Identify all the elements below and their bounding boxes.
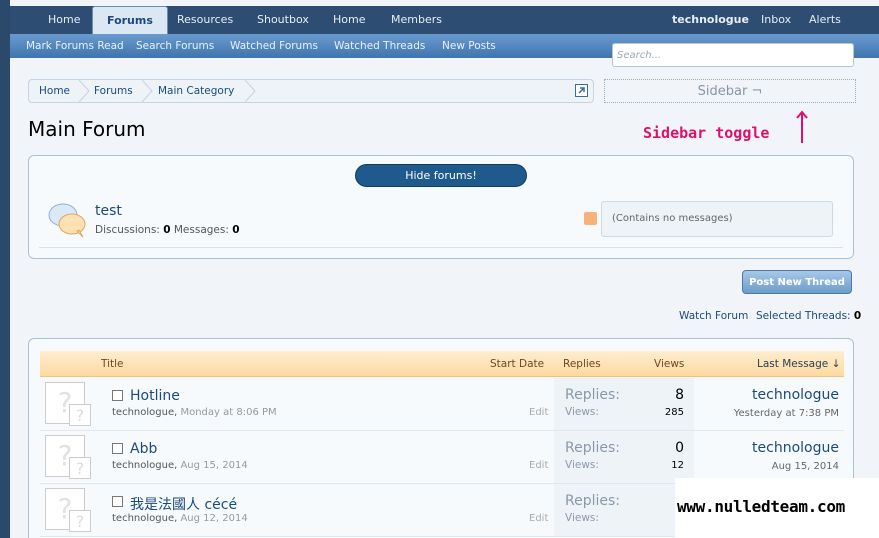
- thread-author[interactable]: technologue: [112, 407, 174, 418]
- breadcrumb-home[interactable]: Home: [39, 85, 70, 97]
- thread-title-link[interactable]: Hotline: [130, 388, 180, 404]
- rss-icon[interactable]: [584, 212, 597, 225]
- breadcrumb-separator-icon: [78, 79, 90, 103]
- nav-tab-home[interactable]: Home: [48, 13, 80, 26]
- breadcrumb-separator-icon: [244, 79, 256, 103]
- selected-threads-count: 0: [853, 310, 862, 322]
- header-title[interactable]: Title: [101, 358, 124, 370]
- watch-forum-link[interactable]: Watch Forum: [679, 310, 748, 322]
- replies-count: 0: [675, 440, 684, 456]
- thread-meta: technologue, Aug 15, 2014: [112, 460, 248, 471]
- replies-label: Replies:: [565, 387, 621, 403]
- messages-count: 0: [232, 224, 240, 236]
- selected-threads-label: Selected Threads:: [756, 310, 851, 322]
- last-poster-link[interactable]: technologue: [752, 387, 839, 403]
- divider: [39, 247, 843, 248]
- search-input[interactable]: Search...: [612, 43, 854, 67]
- thread-edit-link[interactable]: Edit: [529, 460, 548, 471]
- table-row: ? ? Abb technologue, Aug 15, 2014 Edit R…: [40, 431, 844, 484]
- hide-forums-button[interactable]: Hide forums!: [355, 164, 527, 187]
- header-replies[interactable]: Replies: [563, 358, 601, 370]
- forum-link-test[interactable]: test: [95, 203, 122, 219]
- thread-edit-link[interactable]: Edit: [529, 407, 548, 418]
- replies-label: Replies:: [565, 440, 621, 456]
- header-last-message[interactable]: Last Message ↓: [757, 358, 840, 370]
- thread-list-header: Title Start Date Replies Views Last Mess…: [40, 351, 844, 377]
- discussions-label: Discussions:: [95, 224, 160, 236]
- subnav-watched-threads[interactable]: Watched Threads: [334, 40, 425, 52]
- messages-label: Messages:: [173, 224, 229, 236]
- nav-inbox-link[interactable]: Inbox: [761, 13, 791, 26]
- views-label: Views:: [565, 512, 599, 524]
- thread-title-link[interactable]: 我是法國人 cécé: [130, 494, 237, 514]
- avatar-mini-placeholder-icon[interactable]: ?: [69, 510, 91, 532]
- svg-text:?: ?: [76, 459, 85, 478]
- jump-to-icon[interactable]: [575, 84, 588, 97]
- nav-user-link[interactable]: technologue: [672, 13, 749, 26]
- thread-stats: Replies: 8 Views: 285: [554, 378, 694, 430]
- main-navigation: Home Forums Resources Shoutbox Home Memb…: [10, 6, 879, 34]
- replies-count: 8: [675, 387, 684, 403]
- discussions-count: 0: [163, 224, 171, 236]
- watermark-text: www.nulledteam.com: [677, 497, 845, 516]
- thread-start-date: Aug 12, 2014: [180, 513, 248, 524]
- nav-alerts-link[interactable]: Alerts: [809, 13, 841, 26]
- thread-author[interactable]: technologue: [112, 460, 174, 471]
- sidebar-toggle-button[interactable]: Sidebar ¬: [604, 79, 856, 103]
- breadcrumb: Home Forums Main Category: [28, 79, 594, 103]
- thread-start-date: Aug 15, 2014: [180, 460, 248, 471]
- subnav-mark-read[interactable]: Mark Forums Read: [26, 40, 124, 52]
- thread-select-checkbox[interactable]: [112, 496, 123, 507]
- selected-threads-link[interactable]: Selected Threads: 0: [756, 310, 861, 322]
- thread-select-checkbox[interactable]: [112, 390, 123, 401]
- subnav-search-forums[interactable]: Search Forums: [136, 40, 214, 52]
- thread-stats: Replies: 0 Views: 12: [554, 431, 694, 483]
- thread-edit-link[interactable]: Edit: [529, 513, 548, 524]
- views-count: 12: [671, 460, 684, 471]
- header-start-date[interactable]: Start Date: [490, 358, 544, 370]
- forum-list-panel: Hide forums! test Discussions: 0 Message…: [28, 155, 854, 259]
- thread-stats: Replies: Views:: [554, 484, 694, 536]
- thread-meta: technologue, Monday at 8:06 PM: [112, 407, 277, 418]
- thread-select-checkbox[interactable]: [112, 443, 123, 454]
- last-post-date[interactable]: Yesterday at 7:38 PM: [734, 408, 839, 419]
- nav-tab-members[interactable]: Members: [391, 13, 442, 26]
- sidebar-toggle-annotation: Sidebar toggle: [643, 124, 770, 142]
- avatar-mini-placeholder-icon[interactable]: ?: [69, 404, 91, 426]
- thread-title-link[interactable]: Abb: [130, 441, 157, 457]
- speech-bubbles-icon: [47, 200, 87, 238]
- last-poster-link[interactable]: technologue: [752, 440, 839, 456]
- nav-tab-shoutbox[interactable]: Shoutbox: [257, 13, 309, 26]
- header-views[interactable]: Views: [654, 358, 684, 370]
- post-new-thread-button[interactable]: Post New Thread: [742, 270, 852, 294]
- nav-tab-resources[interactable]: Resources: [177, 13, 233, 26]
- subnav-watched-forums[interactable]: Watched Forums: [230, 40, 318, 52]
- subnav-new-posts[interactable]: New Posts: [442, 40, 496, 52]
- last-post-date[interactable]: Aug 15, 2014: [772, 461, 839, 472]
- breadcrumb-separator-icon: [141, 79, 153, 103]
- forum-stats: Discussions: 0 Messages: 0: [95, 224, 240, 236]
- svg-text:?: ?: [76, 512, 85, 531]
- avatar-mini-placeholder-icon[interactable]: ?: [69, 457, 91, 479]
- views-label: Views:: [565, 406, 599, 418]
- arrow-up-icon: [795, 110, 809, 144]
- thread-meta: technologue, Aug 12, 2014: [112, 513, 248, 524]
- thread-author[interactable]: technologue: [112, 513, 174, 524]
- views-count: 285: [664, 407, 684, 418]
- page-title: Main Forum: [28, 117, 146, 141]
- svg-text:?: ?: [76, 406, 85, 425]
- nav-tab-home-2[interactable]: Home: [333, 13, 365, 26]
- replies-label: Replies:: [565, 493, 621, 509]
- views-label: Views:: [565, 459, 599, 471]
- breadcrumb-main-category[interactable]: Main Category: [158, 85, 234, 97]
- thread-start-date: Monday at 8:06 PM: [180, 407, 277, 418]
- nav-tab-forums[interactable]: Forums: [92, 6, 168, 34]
- table-row: ? ? Hotline technologue, Monday at 8:06 …: [40, 378, 844, 431]
- last-post-box: (Contains no messages): [601, 201, 833, 237]
- breadcrumb-forums[interactable]: Forums: [94, 85, 133, 97]
- watermark-overlay: www.nulledteam.com: [675, 478, 879, 538]
